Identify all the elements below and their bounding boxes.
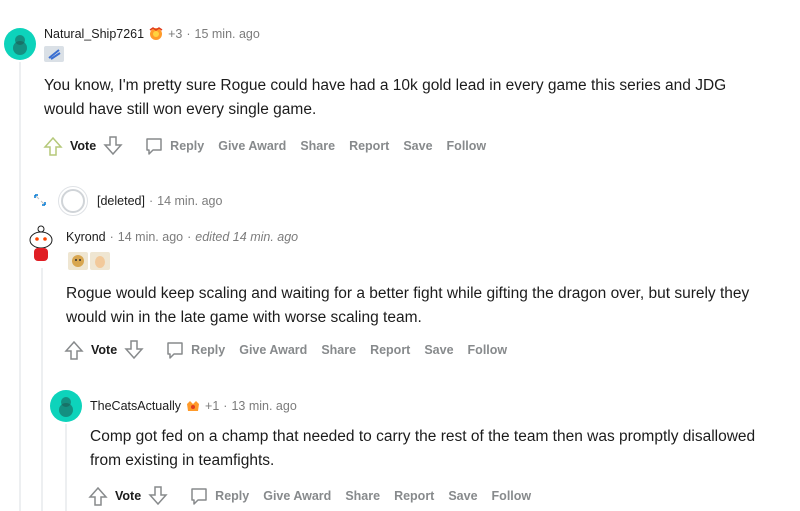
edited-label: edited 14 min. ago bbox=[195, 230, 299, 244]
flair-emoji-icons bbox=[68, 252, 110, 270]
award-icon bbox=[185, 398, 201, 414]
award-count: +1 bbox=[205, 399, 220, 413]
author-name: [deleted] bbox=[97, 194, 145, 208]
separator: · bbox=[109, 230, 114, 244]
report-button[interactable]: Report bbox=[370, 343, 410, 357]
separator: · bbox=[187, 230, 192, 244]
snoo-icon bbox=[59, 397, 73, 417]
reply-label: Reply bbox=[215, 489, 250, 503]
downvote-icon[interactable] bbox=[102, 135, 124, 157]
reply-label: Reply bbox=[170, 139, 205, 153]
report-button[interactable]: Report bbox=[394, 489, 434, 503]
vote-count: Vote bbox=[91, 343, 118, 357]
share-button[interactable]: Share bbox=[345, 489, 380, 503]
comment-body: You know, I'm pretty sure Rogue could ha… bbox=[44, 77, 727, 118]
flair-icon bbox=[44, 46, 64, 62]
chat-bubble-icon bbox=[146, 138, 162, 155]
timestamp[interactable]: 14 min. ago bbox=[118, 230, 183, 244]
reply-button[interactable]: Reply bbox=[165, 340, 225, 360]
author-name[interactable]: Kyrond bbox=[66, 230, 106, 244]
snoo-avatar-icon bbox=[29, 225, 53, 261]
save-button[interactable]: Save bbox=[424, 343, 453, 357]
vote-count: Vote bbox=[115, 489, 142, 503]
timestamp[interactable]: 15 min. ago bbox=[195, 27, 260, 41]
share-button[interactable]: Share bbox=[300, 139, 335, 153]
reply-button[interactable]: Reply bbox=[144, 136, 204, 156]
save-button[interactable]: Save bbox=[448, 489, 477, 503]
give-award-button[interactable]: Give Award bbox=[239, 343, 307, 357]
avatar[interactable] bbox=[58, 186, 88, 216]
reply-label: Reply bbox=[191, 343, 226, 357]
separator: · bbox=[148, 194, 154, 208]
report-button[interactable]: Report bbox=[349, 139, 389, 153]
timestamp[interactable]: 13 min. ago bbox=[231, 399, 296, 413]
follow-button[interactable]: Follow bbox=[492, 489, 532, 503]
vote-count: Vote bbox=[70, 139, 97, 153]
thread-line[interactable] bbox=[19, 62, 21, 511]
upvote-icon[interactable] bbox=[87, 485, 109, 507]
deleted-user-icon bbox=[61, 189, 85, 213]
avatar[interactable] bbox=[4, 28, 36, 60]
separator: · bbox=[223, 399, 228, 413]
downvote-icon[interactable] bbox=[123, 339, 145, 361]
share-button[interactable]: Share bbox=[321, 343, 356, 357]
award-count: +3 bbox=[168, 27, 183, 41]
expand-icon[interactable] bbox=[32, 192, 48, 208]
author-name[interactable]: Natural_Ship7261 bbox=[44, 27, 144, 41]
avatar[interactable] bbox=[24, 224, 58, 264]
doge-icon bbox=[68, 252, 88, 270]
follow-button[interactable]: Follow bbox=[447, 139, 487, 153]
award-icon bbox=[148, 26, 164, 42]
chat-bubble-icon bbox=[167, 342, 183, 359]
save-button[interactable]: Save bbox=[403, 139, 432, 153]
give-award-button[interactable]: Give Award bbox=[218, 139, 286, 153]
thread-line[interactable] bbox=[41, 268, 43, 511]
thread-line[interactable] bbox=[65, 424, 67, 511]
upvote-icon[interactable] bbox=[42, 135, 64, 157]
reply-button[interactable]: Reply bbox=[189, 486, 249, 506]
timestamp[interactable]: 14 min. ago bbox=[157, 194, 222, 208]
downvote-icon[interactable] bbox=[147, 485, 169, 507]
comment-body: Rogue would keep scaling and waiting for… bbox=[66, 285, 750, 326]
author-name[interactable]: TheCatsActually bbox=[90, 399, 181, 413]
separator: · bbox=[186, 27, 191, 41]
follow-button[interactable]: Follow bbox=[468, 343, 508, 357]
chat-bubble-icon bbox=[191, 488, 207, 505]
upvote-icon[interactable] bbox=[63, 339, 85, 361]
snoo-icon bbox=[13, 35, 27, 55]
hand-icon bbox=[90, 252, 110, 270]
comment-body: Comp got fed on a champ that needed to c… bbox=[90, 428, 756, 469]
give-award-button[interactable]: Give Award bbox=[263, 489, 331, 503]
avatar[interactable] bbox=[50, 390, 82, 422]
